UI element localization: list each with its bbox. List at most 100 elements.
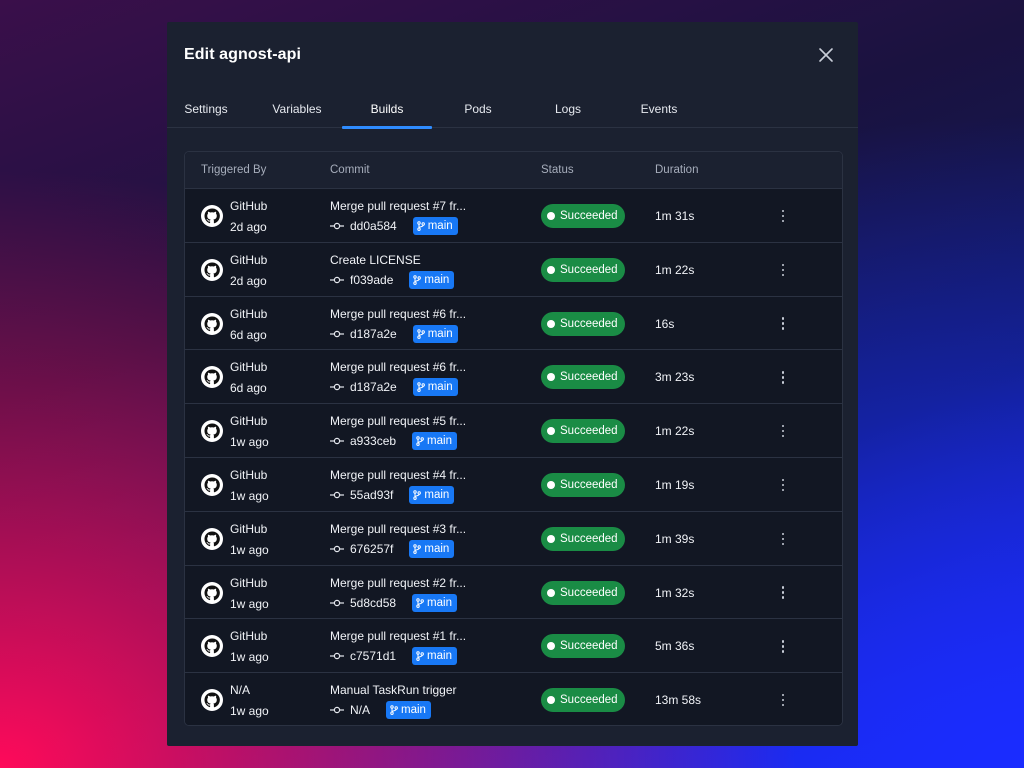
github-icon — [201, 258, 223, 281]
modal-header: Edit agnost-api — [167, 22, 858, 88]
branch-badge[interactable]: main — [412, 378, 458, 397]
commit-sha[interactable]: 55ad93f — [350, 488, 393, 502]
git-commit-icon — [330, 596, 344, 610]
table-header: Triggered By Commit Status Duration — [185, 152, 842, 189]
github-icon — [201, 689, 223, 712]
trigger-source: GitHub — [230, 575, 268, 590]
tab-builds[interactable]: Builds — [342, 88, 432, 129]
trigger-time: 2d ago — [230, 220, 267, 234]
github-icon — [201, 473, 223, 496]
status-label: Succeeded — [560, 371, 618, 384]
trigger-time: 1w ago — [230, 542, 269, 557]
branch-badge[interactable]: main — [412, 593, 457, 612]
commit-message: Create LICENSE — [330, 252, 421, 267]
branch-name: main — [427, 327, 453, 340]
table-row: GitHub 6d ago Merge pull request #6 fr..… — [185, 350, 842, 405]
trigger-time: 6d ago — [230, 327, 267, 342]
tab-pods[interactable]: Pods — [463, 88, 493, 128]
table-row: GitHub 1w ago Merge pull request #2 fr..… — [185, 565, 842, 620]
trigger-time: 2d ago — [230, 273, 267, 288]
more-vertical-icon[interactable] — [775, 583, 791, 603]
more-vertical-icon[interactable] — [775, 421, 791, 441]
trigger-time: 1w ago — [230, 488, 269, 503]
trigger-time: 1w ago — [230, 435, 269, 450]
more-vertical-icon[interactable] — [775, 206, 791, 226]
git-branch-icon — [413, 544, 422, 554]
branch-badge[interactable]: main — [412, 432, 457, 451]
status-badge: Succeeded — [541, 419, 625, 444]
more-vertical-icon[interactable] — [775, 529, 791, 549]
commit-message: Merge pull request #4 fr... — [330, 467, 467, 482]
branch-badge[interactable]: main — [412, 217, 458, 235]
commit-sha[interactable]: f039ade — [350, 273, 393, 287]
branch-name: main — [427, 220, 453, 232]
commit-message: Merge pull request #6 fr... — [330, 360, 467, 375]
build-duration: 5m 36s — [655, 639, 695, 654]
more-vertical-icon[interactable] — [775, 475, 791, 495]
commit-sha[interactable]: d187a2e — [350, 327, 397, 341]
status-dot-icon — [547, 319, 555, 328]
commit-sha[interactable]: 676257f — [350, 542, 393, 556]
status-dot-icon — [547, 642, 555, 651]
status-badge: Succeeded — [541, 311, 625, 336]
git-branch-icon — [416, 651, 424, 662]
github-icon — [201, 205, 223, 227]
trigger-source: GitHub — [230, 252, 268, 267]
table-row: N/A 1w ago Manual TaskRun trigger N/A ma… — [185, 673, 842, 725]
commit-info: 55ad93f main — [330, 485, 455, 504]
github-icon — [201, 581, 223, 604]
tab-events[interactable]: Events — [639, 88, 679, 128]
commit-sha[interactable]: d187a2e — [350, 380, 397, 394]
table-row: GitHub 1w ago Merge pull request #4 fr..… — [185, 457, 842, 512]
commit-message: Merge pull request #2 fr... — [330, 575, 467, 590]
commit-info: a933ceb main — [330, 432, 457, 451]
tab-variables[interactable]: Variables — [271, 88, 323, 128]
commit-sha[interactable]: c7571d1 — [350, 649, 396, 663]
more-vertical-icon[interactable] — [775, 690, 791, 710]
status-badge: Succeeded — [541, 688, 625, 713]
status-label: Succeeded — [560, 532, 618, 545]
trigger-source: GitHub — [230, 360, 268, 375]
branch-badge[interactable]: main — [409, 270, 455, 289]
status-badge: Succeeded — [541, 634, 625, 659]
branch-badge[interactable]: main — [412, 324, 458, 343]
git-branch-icon — [413, 490, 422, 500]
status-dot-icon — [547, 534, 555, 543]
commit-sha[interactable]: dd0a584 — [350, 219, 397, 233]
git-commit-icon — [330, 703, 344, 717]
branch-badge[interactable]: main — [412, 647, 457, 666]
git-commit-icon — [330, 434, 344, 448]
tab-logs[interactable]: Logs — [554, 88, 582, 128]
status-dot-icon — [547, 588, 555, 597]
branch-badge[interactable]: main — [386, 701, 431, 720]
status-dot-icon — [547, 427, 555, 436]
close-button[interactable] — [814, 43, 838, 67]
commit-sha[interactable]: a933ceb — [350, 434, 396, 448]
more-vertical-icon[interactable] — [775, 367, 791, 387]
commit-message: Merge pull request #6 fr... — [330, 306, 467, 321]
tab-settings[interactable]: Settings — [184, 88, 228, 128]
commit-info: dd0a584 main — [330, 217, 458, 235]
commit-info: c7571d1 main — [330, 647, 457, 666]
trigger-time: 1w ago — [230, 650, 269, 665]
commit-info: 676257f main — [330, 539, 455, 558]
trigger-source: GitHub — [230, 467, 268, 482]
git-branch-icon — [417, 382, 425, 393]
build-duration: 1m 39s — [655, 531, 695, 546]
status-dot-icon — [547, 212, 555, 220]
more-vertical-icon[interactable] — [775, 636, 791, 656]
branch-badge[interactable]: main — [409, 539, 455, 558]
status-label: Succeeded — [560, 263, 618, 276]
more-vertical-icon[interactable] — [775, 314, 791, 334]
commit-sha[interactable]: 5d8cd58 — [350, 596, 396, 610]
trigger-source: GitHub — [230, 306, 268, 321]
commit-sha[interactable]: N/A — [350, 703, 370, 717]
build-duration: 1m 22s — [655, 262, 695, 277]
status-label: Succeeded — [560, 694, 618, 707]
commit-info: f039ade main — [330, 270, 455, 289]
branch-badge[interactable]: main — [409, 485, 455, 504]
status-label: Succeeded — [560, 425, 618, 438]
build-duration: 1m 22s — [655, 424, 695, 439]
more-vertical-icon[interactable] — [775, 260, 791, 280]
trigger-time: 1w ago — [230, 704, 269, 719]
